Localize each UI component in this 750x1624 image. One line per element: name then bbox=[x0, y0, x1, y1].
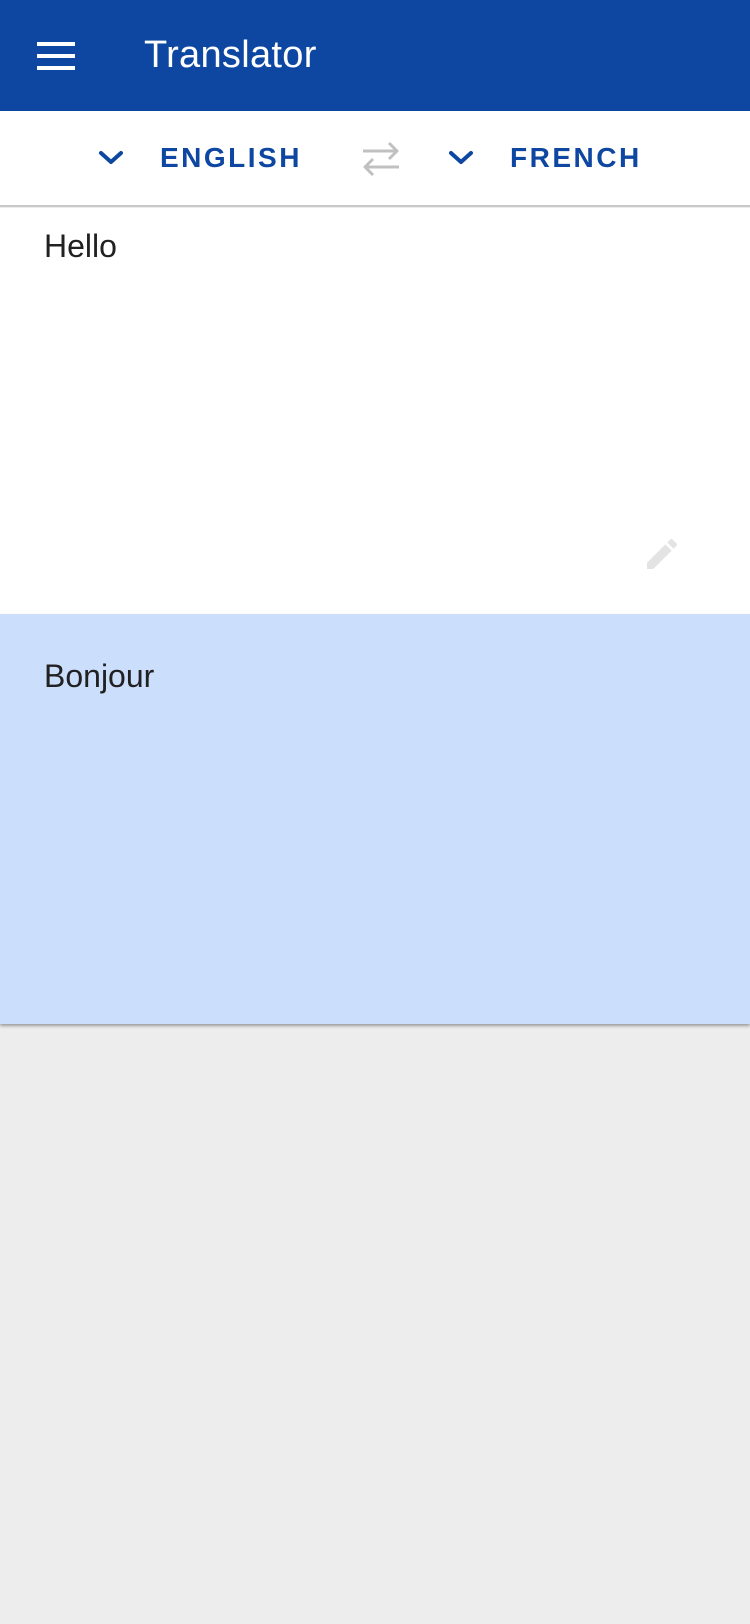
pencil-icon bbox=[647, 538, 678, 569]
source-language-label: ENGLISH bbox=[160, 142, 302, 173]
source-text[interactable]: Hello bbox=[44, 228, 117, 265]
chevron-down-icon bbox=[446, 143, 476, 173]
menu-button[interactable] bbox=[30, 30, 82, 82]
target-language-label: FRENCH bbox=[510, 142, 642, 173]
source-language-selector[interactable]: ENGLISH bbox=[96, 111, 302, 205]
chevron-down-icon bbox=[96, 143, 126, 173]
translation-text: Bonjour bbox=[44, 658, 155, 694]
hamburger-menu-icon bbox=[37, 42, 75, 70]
target-language-selector[interactable]: FRENCH bbox=[446, 111, 642, 205]
language-bar: ENGLISH FRENCH bbox=[0, 111, 750, 207]
translation-result-panel: Bonjour bbox=[0, 614, 750, 1024]
app-title: Translator bbox=[144, 34, 317, 76]
source-text-panel[interactable]: Hello bbox=[0, 208, 750, 614]
swap-languages-button[interactable] bbox=[356, 137, 406, 181]
edit-button[interactable] bbox=[640, 532, 684, 576]
swap-arrows-icon bbox=[363, 141, 399, 177]
app-bar: Translator bbox=[0, 0, 750, 111]
